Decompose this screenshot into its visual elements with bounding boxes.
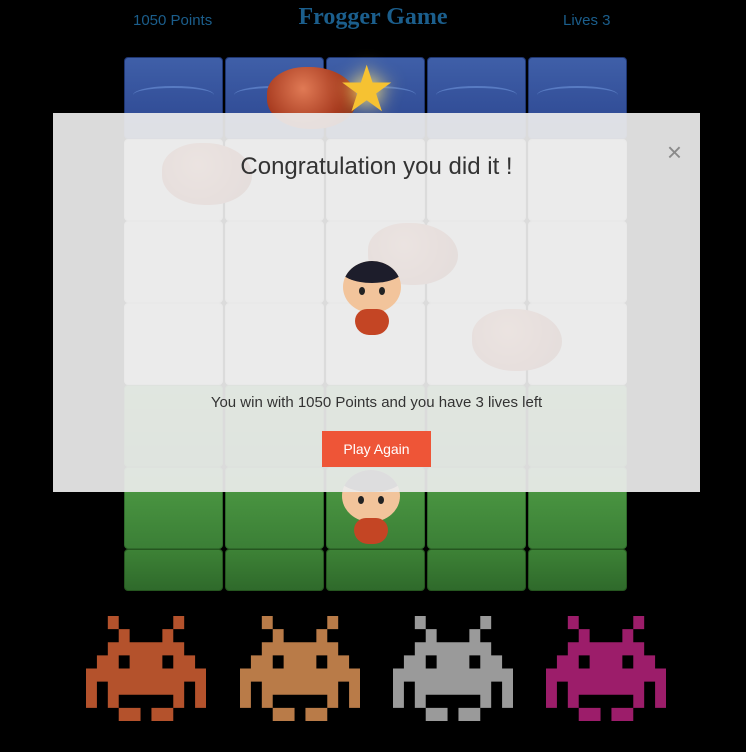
grass-tile <box>326 549 425 591</box>
play-again-button[interactable]: Play Again <box>322 431 431 467</box>
modal-heading: Congratulation you did it ! <box>240 153 513 180</box>
grass-tile <box>225 549 324 591</box>
win-modal: × Congratulation you did it ! You win wi… <box>53 113 700 492</box>
game-title: Frogger Game <box>298 4 448 30</box>
space-invader-icon <box>546 616 666 721</box>
grass-tile <box>124 549 223 591</box>
game-header: 1050 Points Frogger Game Lives 3 <box>0 0 746 44</box>
star-icon: ★ <box>338 53 396 125</box>
lives-display: Lives 3 <box>563 12 611 29</box>
win-message: You win with 1050 Points and you have 3 … <box>210 394 543 411</box>
space-invader-icon <box>240 616 360 721</box>
invader-row <box>0 616 746 726</box>
grass-tile <box>528 549 627 591</box>
space-invader-icon <box>393 616 513 721</box>
player-avatar-icon <box>343 261 401 337</box>
grass-tile <box>427 549 526 591</box>
space-invader-icon <box>86 616 206 721</box>
